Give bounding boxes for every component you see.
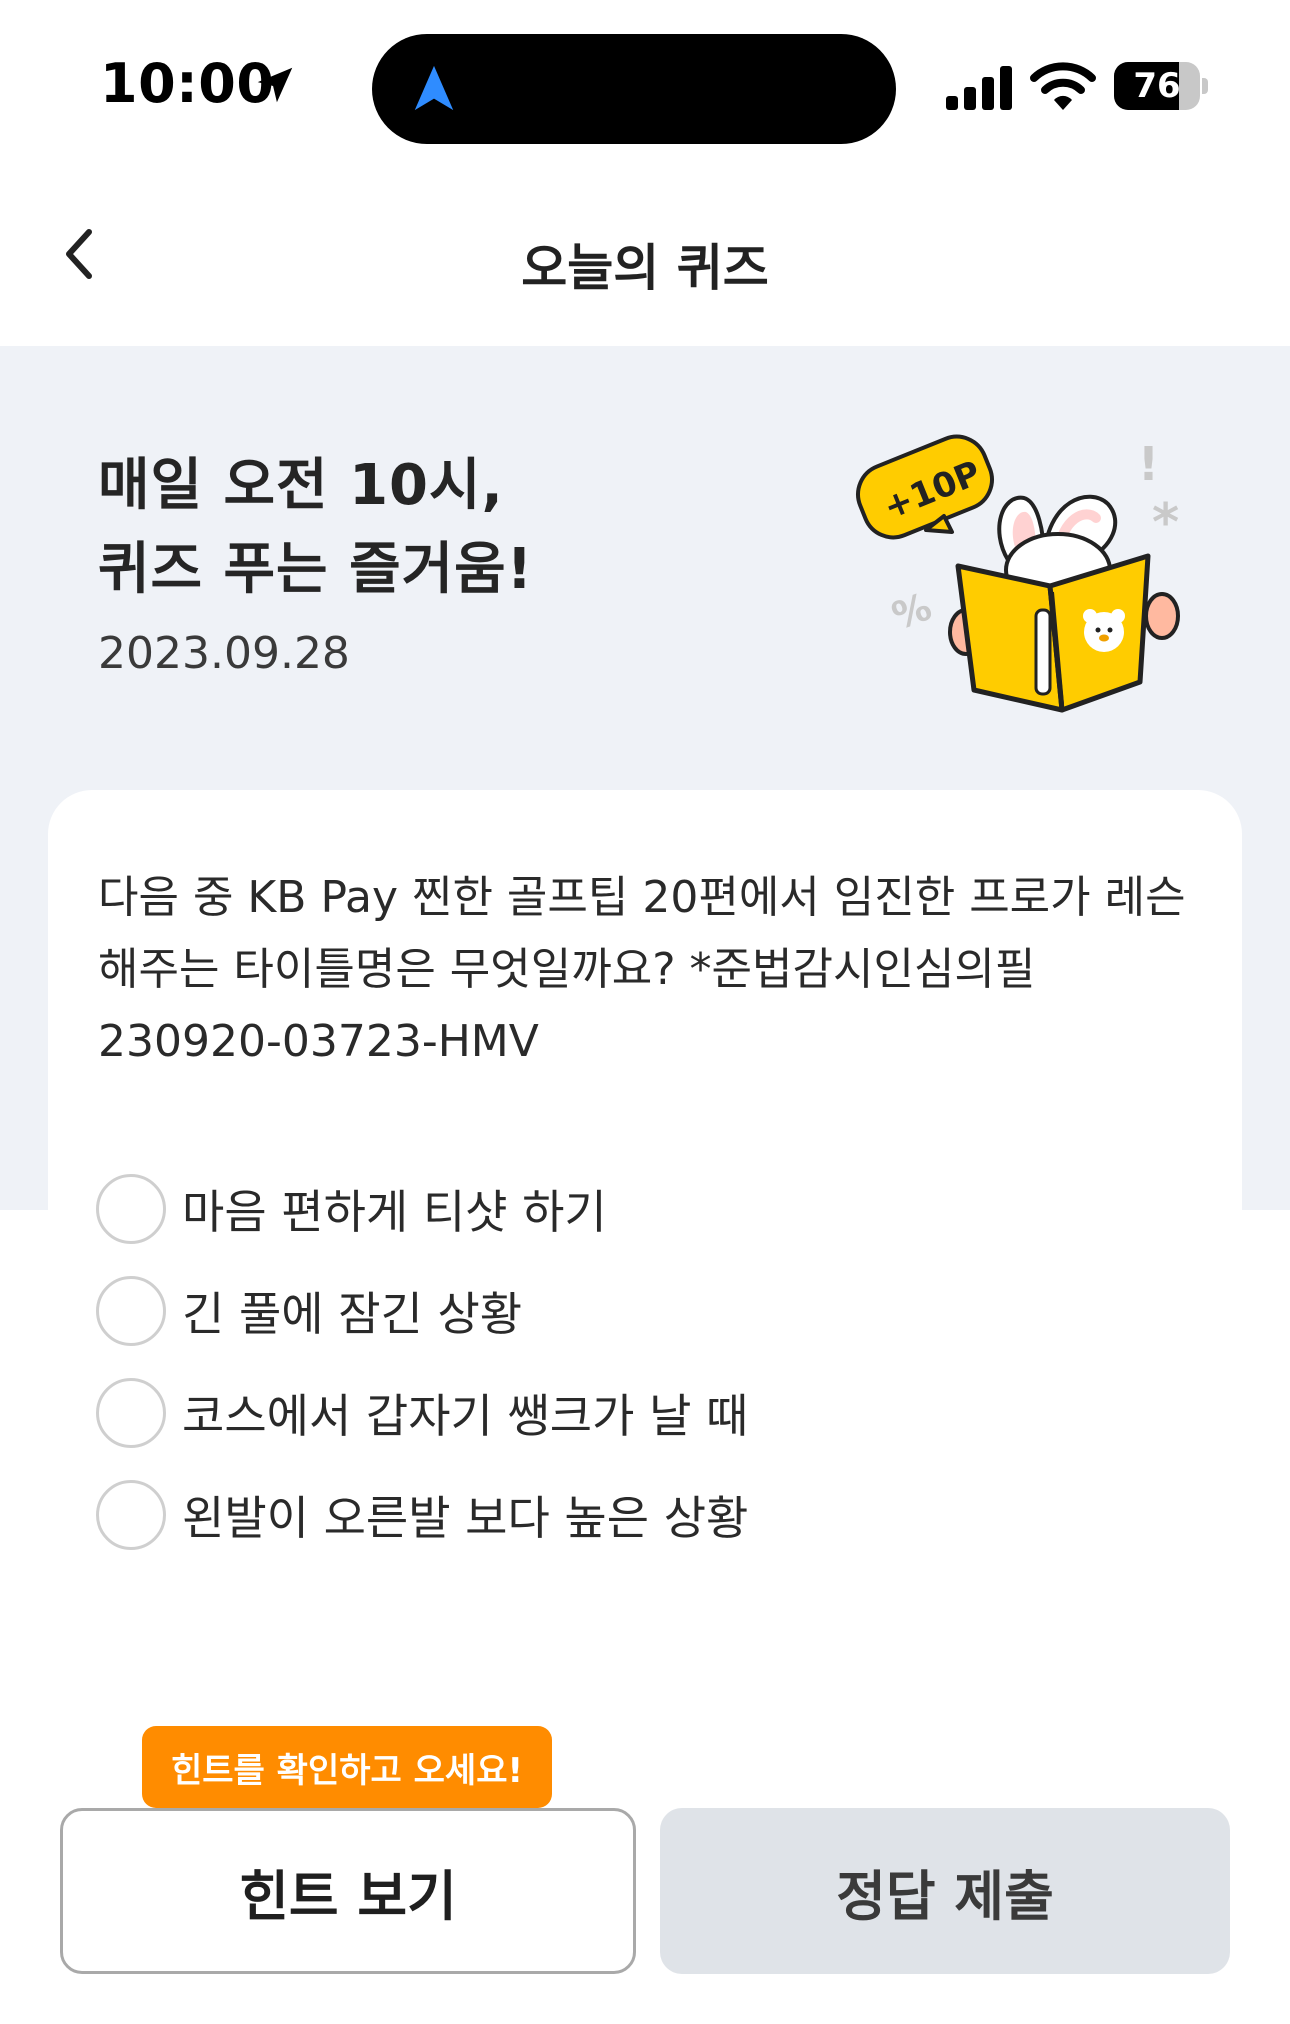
answer-options: 마음 편하게 티샷 하기 긴 풀에 잠긴 상황 코스에서 갑자기 쌩크가 날 때… <box>96 1158 1196 1566</box>
submit-answer-button[interactable]: 정답 제출 <box>660 1808 1230 1974</box>
answer-option-label: 왼발이 오른발 보다 높은 상황 <box>182 1491 749 1545</box>
hero-title: 매일 오전 10시, 퀴즈 푸는 즐거움! <box>98 444 533 612</box>
dynamic-island <box>372 34 896 144</box>
hint-tooltip: 힌트를 확인하고 오세요! <box>142 1726 552 1808</box>
navigation-icon <box>414 65 454 111</box>
asterisk-decoration: * <box>1152 493 1179 553</box>
reading-rabbit-illustration: ! * % +10P <box>856 434 1180 713</box>
answer-option[interactable]: 왼발이 오른발 보다 높은 상황 <box>96 1464 1196 1566</box>
status-time: 10:00 <box>100 52 275 115</box>
answer-option-label: 마음 편하게 티샷 하기 <box>182 1185 607 1239</box>
hint-tooltip-text: 힌트를 확인하고 오세요! <box>171 1750 523 1791</box>
battery-percent: 76 <box>1133 66 1181 106</box>
answer-option-label: 코스에서 갑자기 쌩크가 날 때 <box>182 1389 749 1443</box>
exclamation-decoration: ! <box>1138 437 1159 491</box>
answer-option[interactable]: 코스에서 갑자기 쌩크가 날 때 <box>96 1362 1196 1464</box>
hero-title-line-1: 매일 오전 10시, <box>98 453 504 518</box>
app-header: 오늘의 퀴즈 <box>0 170 1290 346</box>
hint-button-label: 힌트 보기 <box>239 1864 457 1928</box>
signal-bars-icon <box>946 66 1012 110</box>
status-bar: 10:00 76 <box>0 0 1290 170</box>
question-line-3: 230920-03723-HMV <box>98 1016 539 1067</box>
radio-button[interactable] <box>96 1174 166 1244</box>
page-title: 오늘의 퀴즈 <box>521 239 769 297</box>
answer-option-label: 긴 풀에 잠긴 상황 <box>182 1287 523 1341</box>
wifi-icon <box>1030 62 1096 110</box>
radio-button[interactable] <box>96 1480 166 1550</box>
battery-icon: 76 <box>1114 62 1208 110</box>
submit-button-label: 정답 제출 <box>836 1864 1054 1928</box>
radio-button[interactable] <box>96 1276 166 1346</box>
hero-title-line-2: 퀴즈 푸는 즐거움! <box>98 537 534 602</box>
question-line-2: 해주는 타이틀명은 무엇일까요? *준법감시인심의필 <box>98 944 1036 995</box>
location-arrow-icon <box>257 67 293 103</box>
radio-button[interactable] <box>96 1378 166 1448</box>
hint-button[interactable]: 힌트 보기 <box>60 1808 636 1974</box>
question-line-1: 다음 중 KB Pay 찐한 골프팁 20편에서 임진한 프로가 레슨 <box>98 872 1186 923</box>
percent-decoration: % <box>886 584 937 638</box>
quiz-question: 다음 중 KB Pay 찐한 골프팁 20편에서 임진한 프로가 레슨 해주는 … <box>98 862 1208 1078</box>
points-speech-bubble: +10P <box>856 434 994 540</box>
quiz-date: 2023.09.28 <box>98 628 350 679</box>
answer-option[interactable]: 긴 풀에 잠긴 상황 <box>96 1260 1196 1362</box>
quiz-page: 10:00 76 오늘의 퀴즈 매일 오전 10시, 퀴즈 푸는 즐거움! 20… <box>0 0 1290 2024</box>
answer-option[interactable]: 마음 편하게 티샷 하기 <box>96 1158 1196 1260</box>
